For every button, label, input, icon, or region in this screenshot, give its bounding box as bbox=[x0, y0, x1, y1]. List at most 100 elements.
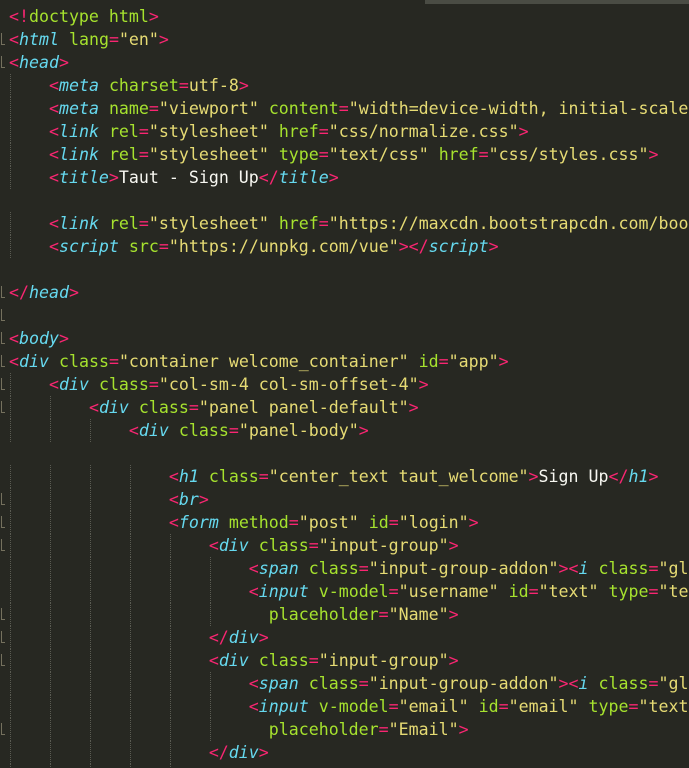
code-line[interactable]: <div class="panel-body"> bbox=[9, 419, 688, 442]
indent-guide bbox=[10, 373, 11, 396]
code-line[interactable]: <h1 class="center_text taut_welcome">Sig… bbox=[9, 465, 688, 488]
code-line[interactable]: <!doctype html> bbox=[9, 5, 688, 28]
indent-guide bbox=[10, 511, 11, 534]
code-token: title bbox=[58, 168, 109, 187]
code-token: id bbox=[418, 352, 439, 371]
code-token: = bbox=[158, 237, 169, 256]
code-token: = bbox=[388, 513, 399, 532]
code-line[interactable]: <body> bbox=[9, 327, 688, 350]
indent-guide bbox=[170, 672, 171, 695]
code-line[interactable]: <meta name="viewport" content="width=dev… bbox=[9, 97, 688, 120]
fold-marker-icon[interactable] bbox=[0, 606, 7, 622]
code-token: head bbox=[28, 283, 69, 302]
fold-marker-icon[interactable] bbox=[0, 629, 7, 645]
fold-marker-icon[interactable] bbox=[0, 31, 7, 47]
fold-marker-icon[interactable] bbox=[0, 537, 7, 553]
code-line[interactable]: <span class="input-group-addon"><i class… bbox=[9, 557, 688, 580]
code-line[interactable]: </head> bbox=[9, 281, 688, 304]
code-token: class bbox=[598, 559, 649, 578]
code-line[interactable] bbox=[9, 258, 688, 281]
code-line[interactable]: placeholder="Email"> bbox=[9, 718, 688, 741]
code-line[interactable]: </div> bbox=[9, 626, 688, 649]
code-token: "email" bbox=[398, 697, 469, 716]
indent-guide bbox=[50, 534, 51, 557]
code-token: > bbox=[58, 53, 69, 72]
indent-guide bbox=[90, 488, 91, 511]
code-line[interactable]: <input v-model="username" id="text" type… bbox=[9, 580, 688, 603]
code-token: = bbox=[138, 214, 149, 233]
fold-marker-icon[interactable] bbox=[0, 399, 7, 415]
code-line[interactable] bbox=[9, 304, 688, 327]
code-token: </ bbox=[9, 283, 29, 302]
code-token: "center_text taut_welcome" bbox=[268, 467, 529, 486]
horizontal-scroll-indicator[interactable] bbox=[425, 0, 689, 4]
code-editor[interactable]: <!doctype html> <html lang="en"> <head> <m… bbox=[0, 0, 689, 768]
fold-marker-icon[interactable] bbox=[0, 652, 7, 668]
code-line[interactable]: <div class="input-group"> bbox=[9, 534, 688, 557]
code-line[interactable]: <div class="input-group"> bbox=[9, 764, 688, 768]
code-token: </ bbox=[608, 467, 629, 486]
code-line[interactable] bbox=[9, 442, 688, 465]
indent-guide bbox=[130, 534, 131, 557]
code-line[interactable]: <meta charset=utf-8> bbox=[9, 74, 688, 97]
fold-marker-icon[interactable] bbox=[0, 330, 7, 346]
code-line[interactable]: placeholder="Name"> bbox=[9, 603, 688, 626]
indent-guide bbox=[50, 465, 51, 488]
indent-guide bbox=[130, 672, 131, 695]
code-line[interactable]: </div> bbox=[9, 741, 688, 764]
code-token: < bbox=[248, 697, 259, 716]
code-line[interactable]: <span class="input-group-addon"><i class… bbox=[9, 672, 688, 695]
code-token: > bbox=[448, 605, 459, 624]
fold-marker-icon[interactable] bbox=[0, 376, 7, 392]
indent-guide bbox=[90, 511, 91, 534]
indent-guide bbox=[50, 741, 51, 764]
code-line[interactable]: <div class="input-group"> bbox=[9, 649, 688, 672]
code-line[interactable]: <div class="col-sm-4 col-sm-offset-4"> bbox=[9, 373, 688, 396]
code-line[interactable]: <head> bbox=[9, 51, 688, 74]
fold-marker-icon[interactable] bbox=[0, 491, 7, 507]
indent-guide bbox=[170, 626, 171, 649]
code-line[interactable] bbox=[9, 189, 688, 212]
fold-marker-icon[interactable] bbox=[0, 307, 7, 323]
code-line[interactable]: <link rel="stylesheet" href="https://max… bbox=[9, 212, 688, 235]
code-token: > bbox=[448, 651, 459, 670]
indent-guide bbox=[50, 603, 51, 626]
code-token: input bbox=[258, 697, 309, 716]
code-token: = bbox=[378, 720, 389, 739]
fold-marker-icon[interactable] bbox=[0, 54, 7, 70]
code-line[interactable]: <html lang="en"> bbox=[9, 28, 688, 51]
code-line[interactable]: <link rel="stylesheet" type="text/css" h… bbox=[9, 143, 688, 166]
fold-marker-icon[interactable] bbox=[0, 514, 7, 530]
code-token: > bbox=[198, 490, 209, 509]
code-line[interactable]: <div class="container welcome_container"… bbox=[9, 350, 688, 373]
code-line[interactable]: <form method="post" id="login"> bbox=[9, 511, 688, 534]
indent-guide bbox=[130, 488, 131, 511]
code-line[interactable]: <link rel="stylesheet" href="css/normali… bbox=[9, 120, 688, 143]
code-line[interactable]: <div class="panel panel-default"> bbox=[9, 396, 688, 419]
code-line[interactable]: <input v-model="email" id="email" type="… bbox=[9, 695, 688, 718]
code-line[interactable]: <script src="https://unpkg.com/vue"></sc… bbox=[9, 235, 688, 258]
code-line[interactable]: <br> bbox=[9, 488, 688, 511]
code-token: href bbox=[438, 145, 479, 164]
indent-guide bbox=[50, 718, 51, 741]
fold-marker-icon[interactable] bbox=[0, 353, 7, 369]
code-token: class bbox=[178, 421, 229, 440]
code-token: rel bbox=[108, 214, 139, 233]
code-token: span bbox=[258, 674, 299, 693]
code-token: = bbox=[148, 375, 159, 394]
code-token: div bbox=[138, 421, 169, 440]
code-token: type bbox=[588, 697, 629, 716]
indent-guide bbox=[130, 580, 131, 603]
code-token: > bbox=[58, 329, 69, 348]
code-token: = bbox=[318, 145, 329, 164]
fold-marker-icon[interactable] bbox=[0, 284, 7, 300]
code-line[interactable]: <title>Taut - Sign Up</title> bbox=[9, 166, 688, 189]
fold-marker-icon[interactable] bbox=[0, 721, 7, 737]
code-area[interactable]: <!doctype html> <html lang="en"> <head> <m… bbox=[9, 5, 688, 768]
